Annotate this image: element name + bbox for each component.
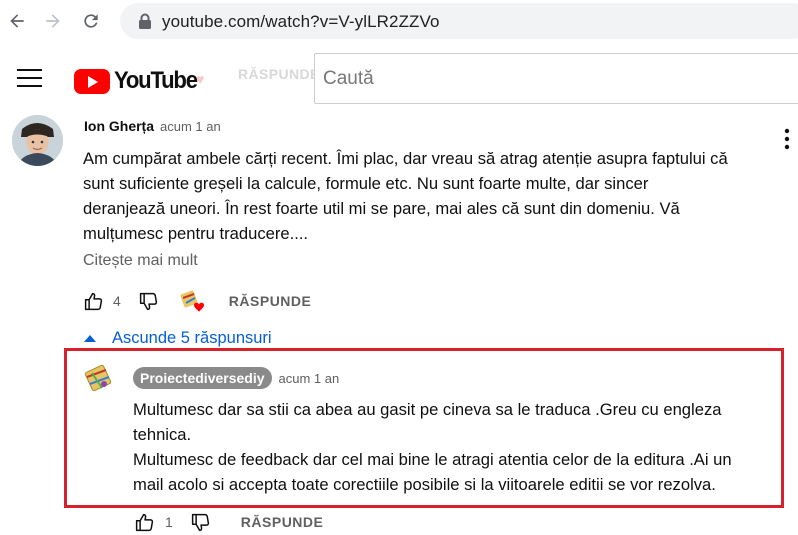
like-count: 4: [113, 293, 121, 309]
reply-button[interactable]: RĂSPUNDE: [229, 293, 312, 309]
like-icon[interactable]: [82, 290, 104, 312]
comment-author[interactable]: Ion Gherța: [84, 118, 154, 134]
lock-icon: [139, 13, 151, 29]
youtube-header: YouTube ♥ RĂSPUNDE: [0, 44, 798, 114]
comment-actions: 4 RĂSPUNDE: [82, 290, 311, 312]
creator-heart-icon: [179, 290, 205, 312]
reply-line: Multumesc dar sa stii ca abea au gasit p…: [133, 400, 722, 419]
reply-timestamp[interactable]: acum 1 an: [279, 371, 340, 386]
faded-heart-icon: ♥: [196, 71, 205, 87]
reply-line: tehnica.: [133, 425, 192, 444]
comment-line: deranjează uneori. În rest foarte util m…: [83, 199, 680, 218]
user-photo-icon: [12, 115, 63, 166]
youtube-logo[interactable]: YouTube: [74, 67, 204, 95]
play-logo-icon: [74, 68, 110, 94]
read-more-button[interactable]: Citește mai mult: [83, 252, 198, 270]
logo-text: YouTube: [114, 67, 198, 94]
browser-toolbar: youtube.com/watch?v=V-ylLR2ZZVo: [0, 0, 798, 44]
forward-arrow-icon[interactable]: [40, 8, 66, 34]
reload-icon[interactable]: [78, 8, 104, 34]
address-bar[interactable]: youtube.com/watch?v=V-ylLR2ZZVo: [120, 3, 798, 39]
back-arrow-icon[interactable]: [4, 8, 30, 34]
caret-up-icon: [84, 335, 96, 342]
like-icon[interactable]: [133, 511, 155, 533]
comment-header: Ion Gherța acum 1 an: [84, 118, 221, 134]
hide-replies-toggle[interactable]: Ascunde 5 răspunsuri: [82, 329, 272, 348]
faded-reply-label: RĂSPUNDE: [238, 66, 320, 82]
more-options-icon[interactable]: [783, 127, 791, 151]
comment-body: Am cumpărat ambele cărți recent. Îmi pla…: [83, 146, 783, 246]
comment-timestamp[interactable]: acum 1 an: [160, 119, 221, 134]
comment-line: Am cumpărat ambele cărți recent. Îmi pla…: [83, 149, 728, 168]
reply-actions: 1 RĂSPUNDE: [133, 511, 323, 533]
avatar[interactable]: [12, 115, 63, 166]
url-text: youtube.com/watch?v=V-ylLR2ZZVo: [162, 12, 440, 31]
reply-avatar[interactable]: [84, 364, 112, 392]
reply-body: Multumesc dar sa stii ca abea au gasit p…: [133, 397, 778, 497]
search-box[interactable]: [314, 53, 798, 104]
reply-author-chip[interactable]: Proiectediversediy: [133, 367, 272, 389]
hamburger-menu-icon[interactable]: [17, 68, 42, 88]
search-input[interactable]: [315, 54, 798, 103]
reply-button[interactable]: RĂSPUNDE: [241, 514, 324, 530]
hide-replies-label: Ascunde 5 răspunsuri: [112, 329, 272, 347]
reply-line: mail acolo si accepta toate corectiile p…: [133, 475, 716, 494]
reply-line: Multumesc de feedback dar cel mai bine l…: [133, 450, 732, 469]
comment-line: sunt suficiente greșeli la calcule, form…: [83, 174, 649, 193]
like-count: 1: [165, 514, 173, 530]
dislike-icon[interactable]: [138, 290, 160, 312]
reply-header: Proiectediversediy acum 1 an: [133, 367, 339, 389]
comment-line: mulțumesc pentru traducere....: [83, 224, 309, 243]
dislike-icon[interactable]: [190, 511, 212, 533]
